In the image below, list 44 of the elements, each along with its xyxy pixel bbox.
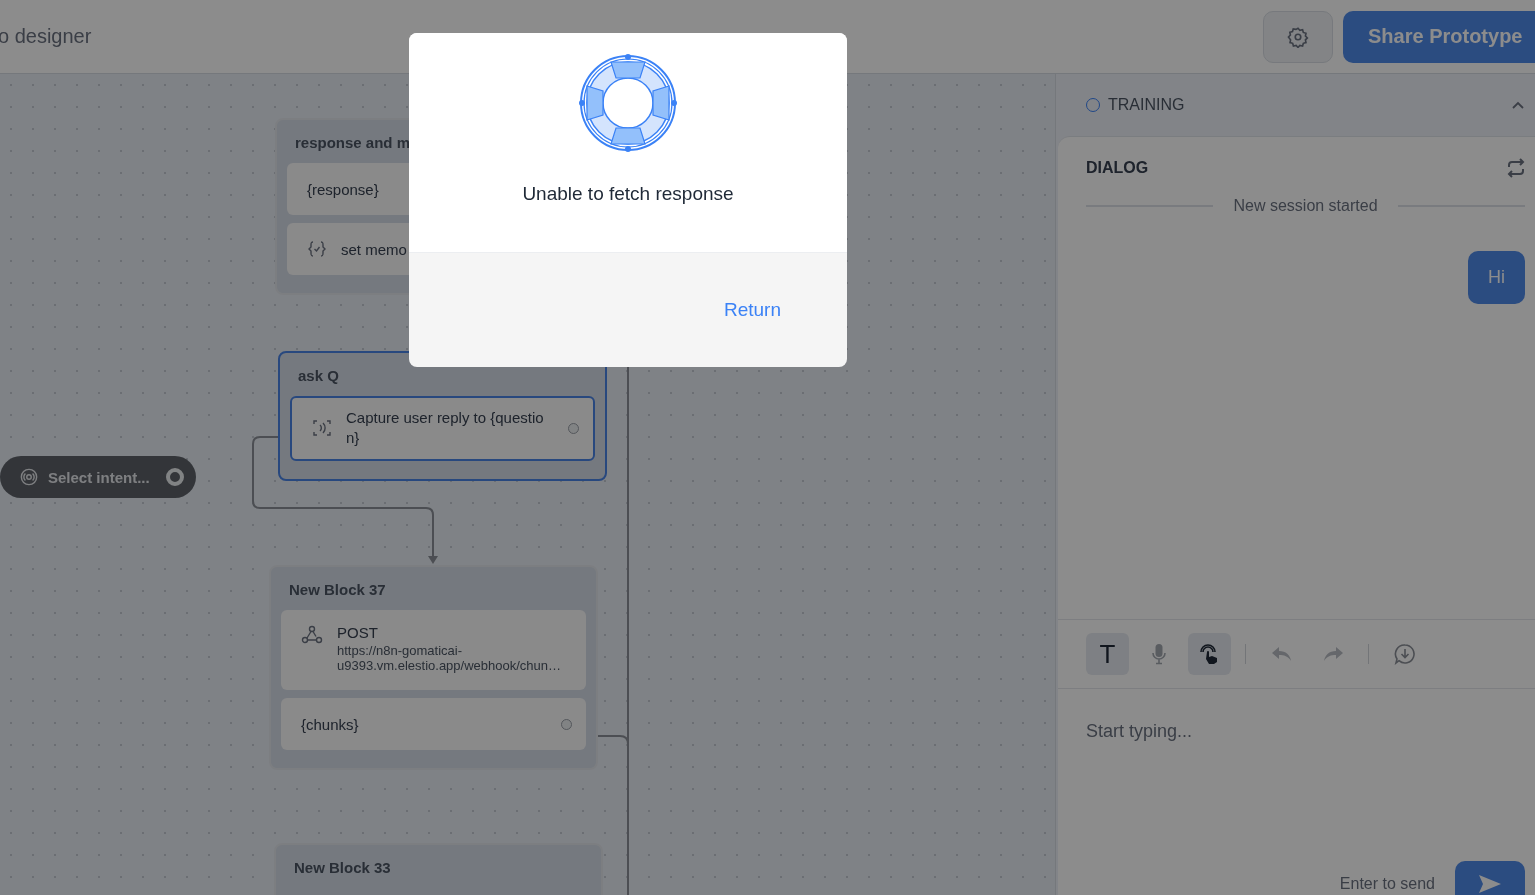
dialog-title: DIALOG — [1086, 159, 1149, 177]
training-label: TRAINING — [1108, 96, 1186, 114]
url-text: https://n8n-gomaticai-u9393.vm.elestio.app/webhook/chun… — [337, 643, 563, 673]
block-title: New Block 37 — [288, 580, 387, 600]
nodes-icon — [301, 624, 323, 646]
session-divider-text: New session started — [1233, 197, 1378, 215]
step-text: Capture user reply to {question} — [346, 408, 545, 449]
error-message: Unable to fetch response — [522, 183, 734, 205]
refresh-icon[interactable] — [1505, 157, 1527, 179]
download-bubble-icon — [1393, 643, 1416, 665]
intent-label: Select intent... — [48, 468, 151, 486]
method-label: POST — [337, 624, 379, 641]
block-title: ask Q — [297, 366, 340, 386]
block-node[interactable]: New Block 37 POST https://n8n-gomaticai-u9393.vm.elestio.app/webhook/chun… {chunks} — [269, 565, 598, 770]
share-prototype-button[interactable]: Share Prototype — [1343, 10, 1535, 63]
block-step[interactable]: {chunks} — [281, 698, 586, 750]
block-title: New Block 33 — [293, 858, 392, 878]
settings-icon — [1287, 25, 1309, 48]
block-title: response and m — [294, 133, 412, 153]
redo-icon — [1321, 645, 1344, 663]
training-section-header[interactable]: TRAINING — [1056, 74, 1535, 136]
step-text: {chunks} — [301, 715, 359, 733]
settings-button[interactable] — [1263, 10, 1333, 63]
intent-node[interactable]: Select intent... — [0, 456, 196, 498]
block-step[interactable]: POST https://n8n-gomaticai-u9393.vm.elestio.app/webhook/chun… — [281, 610, 586, 690]
variable-icon — [307, 239, 327, 259]
message-bubble: Hi — [1468, 251, 1525, 304]
broadcast-icon — [20, 468, 38, 486]
block-node[interactable]: ask Q Capture user reply to {question} — [278, 351, 607, 481]
port-icon — [166, 468, 184, 486]
send-button[interactable] — [1455, 861, 1525, 895]
step-text: set memo — [341, 240, 407, 258]
block-node[interactable]: New Block 33 — [274, 843, 603, 895]
text-mode-button[interactable]: T — [1086, 633, 1129, 675]
lifebuoy-icon — [578, 53, 678, 153]
message-input[interactable]: Start typing... — [1086, 717, 1525, 745]
undo-icon — [1270, 645, 1293, 663]
send-hint: Enter to send — [1339, 875, 1435, 893]
send-icon — [1478, 874, 1502, 894]
capture-icon — [312, 418, 332, 439]
step-text: {response} — [307, 180, 379, 198]
touch-button[interactable] — [1188, 633, 1231, 675]
return-button[interactable]: Return — [717, 295, 787, 325]
block-step[interactable]: Capture user reply to {question} — [290, 396, 595, 461]
